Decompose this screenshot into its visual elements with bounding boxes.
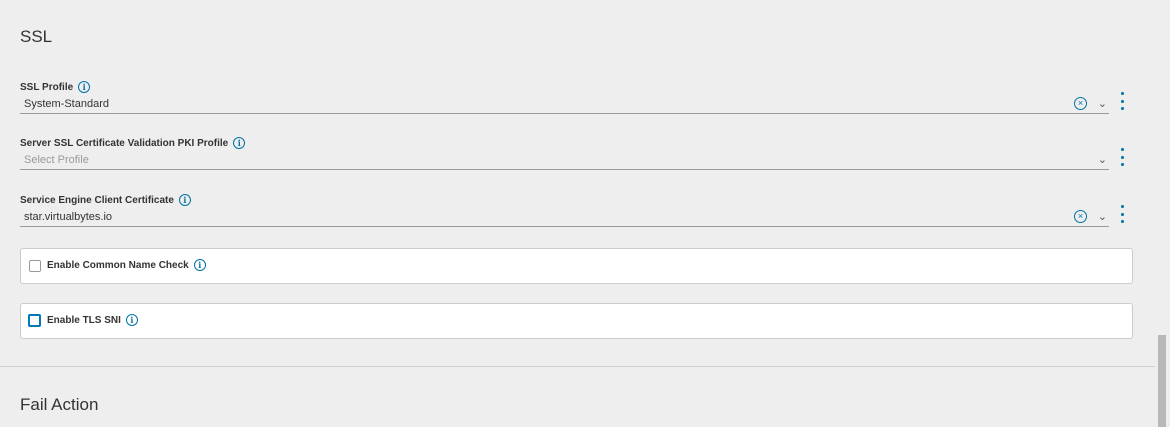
- client-certificate-select[interactable]: star.virtualbytes.io × ⌄: [20, 205, 1124, 227]
- chevron-down-icon[interactable]: ⌄: [1098, 210, 1107, 223]
- common-name-check-card: Enable Common Name Check i: [20, 248, 1133, 284]
- info-icon[interactable]: i: [233, 137, 246, 149]
- kebab-menu-icon[interactable]: [1121, 148, 1125, 166]
- ssl-profile-label: SSL Profile: [20, 81, 74, 93]
- chevron-down-icon[interactable]: ⌄: [1098, 153, 1107, 166]
- common-name-check-label[interactable]: Enable Common Name Check: [47, 260, 189, 271]
- kebab-menu-icon[interactable]: [1121, 205, 1125, 223]
- scrollbar-thumb[interactable]: [1158, 335, 1166, 427]
- ssl-profile-select[interactable]: System-Standard × ⌄: [20, 92, 1124, 114]
- ssl-profile-value: System-Standard: [24, 98, 109, 110]
- section-divider: [0, 366, 1155, 367]
- clear-icon[interactable]: ×: [1074, 97, 1087, 110]
- common-name-check-checkbox[interactable]: [29, 260, 41, 272]
- client-certificate-label: Service Engine Client Certificate: [20, 194, 174, 206]
- info-icon[interactable]: i: [193, 259, 206, 271]
- info-icon[interactable]: i: [78, 81, 91, 93]
- kebab-menu-icon[interactable]: [1121, 92, 1125, 110]
- pki-profile-placeholder: Select Profile: [24, 154, 89, 166]
- client-certificate-value: star.virtualbytes.io: [24, 211, 113, 223]
- pki-profile-field: Server SSL Certificate Validation PKI Pr…: [20, 136, 1124, 170]
- tls-sni-checkbox[interactable]: [28, 314, 41, 327]
- client-certificate-field: Service Engine Client Certificate i star…: [20, 193, 1124, 227]
- tls-sni-label[interactable]: Enable TLS SNI: [47, 315, 121, 326]
- info-icon[interactable]: i: [125, 314, 138, 326]
- chevron-down-icon[interactable]: ⌄: [1098, 97, 1107, 110]
- ssl-section-title: SSL: [20, 27, 53, 46]
- pki-profile-label: Server SSL Certificate Validation PKI Pr…: [20, 137, 229, 149]
- pki-profile-select[interactable]: Select Profile ⌄: [20, 148, 1124, 170]
- clear-icon[interactable]: ×: [1074, 210, 1087, 223]
- ssl-profile-field: SSL Profile i System-Standard × ⌄: [20, 80, 1124, 114]
- tls-sni-card: Enable TLS SNI i: [20, 303, 1133, 339]
- info-icon[interactable]: i: [178, 194, 191, 206]
- fail-action-section-title: Fail Action: [20, 395, 99, 414]
